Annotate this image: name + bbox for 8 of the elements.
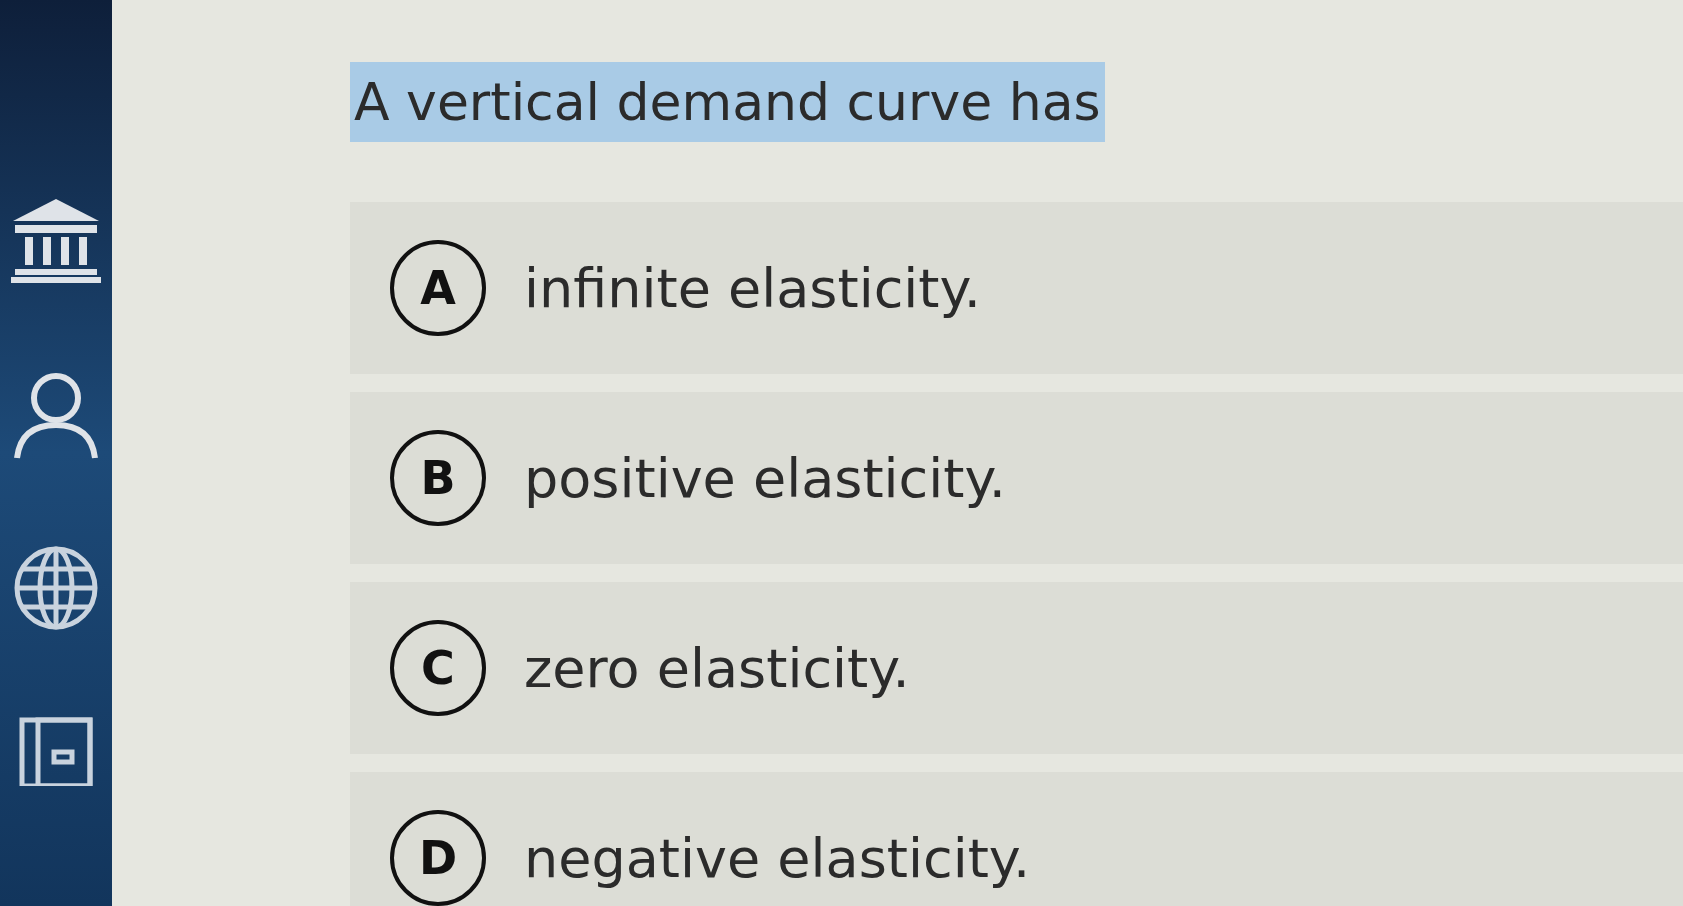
door-icon[interactable] [18,716,94,786]
user-icon[interactable] [11,370,101,460]
question-text: A vertical demand curve has [350,62,1105,142]
answer-option[interactable]: D negative elasticity. [350,772,1683,906]
answer-option[interactable]: C zero elasticity. [350,582,1683,754]
answer-option[interactable]: A infinite elasticity. [350,202,1683,374]
globe-icon[interactable] [13,545,99,631]
answer-option[interactable]: B positive elasticity. [350,392,1683,564]
